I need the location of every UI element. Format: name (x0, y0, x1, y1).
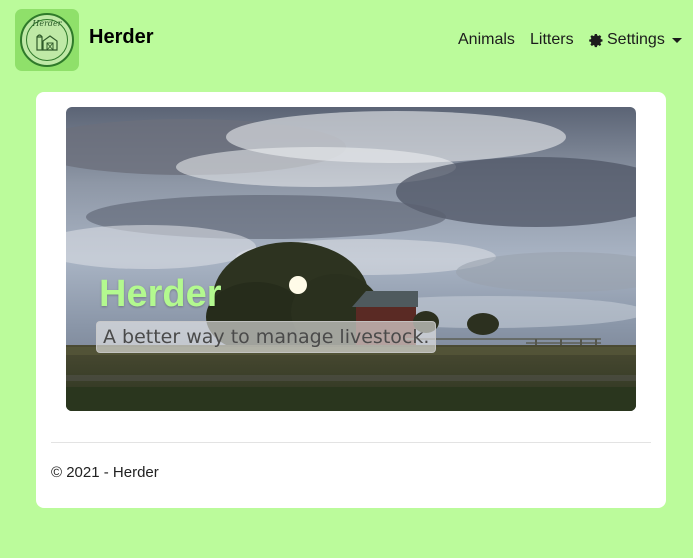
nav-settings-dropdown[interactable]: Settings (589, 31, 682, 49)
footer-divider (51, 442, 651, 443)
footer-copyright: © 2021 - Herder (51, 464, 159, 481)
hero-title: Herder (99, 273, 222, 315)
logo-text: Herder (32, 19, 62, 28)
logo[interactable]: Herder (15, 9, 79, 71)
nav-animals-link[interactable]: Animals (458, 31, 515, 49)
barn-icon (36, 34, 58, 51)
caret-down-icon (671, 37, 682, 43)
gear-icon (589, 33, 603, 47)
settings-label: Settings (607, 31, 665, 48)
main-card: Herder A better way to manage livestock.… (36, 92, 666, 508)
brand-link[interactable]: Herder (89, 26, 153, 49)
nav-litters-link[interactable]: Litters (530, 31, 574, 49)
logo-badge-icon: Herder (20, 13, 74, 67)
farm-landscape-image (66, 107, 636, 411)
hero-banner: Herder A better way to manage livestock. (66, 107, 636, 411)
navbar: Herder Herder Animals Litters Settings (0, 0, 693, 80)
hero-tagline: A better way to manage livestock. (96, 321, 437, 353)
